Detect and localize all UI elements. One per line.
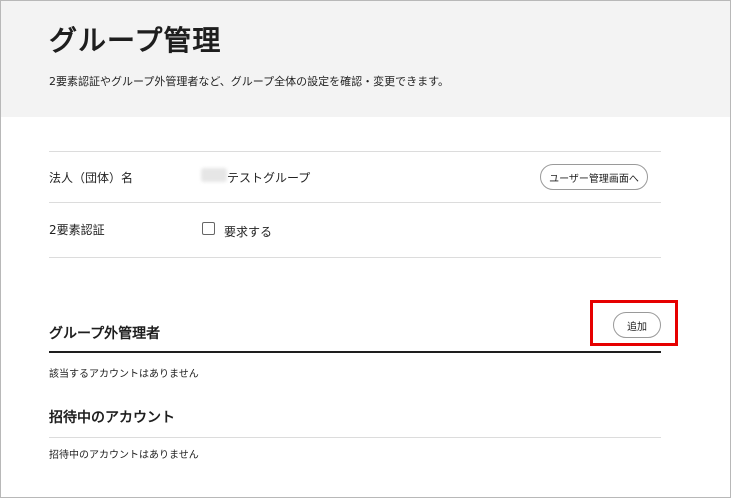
two-factor-checkbox[interactable] — [202, 222, 215, 235]
page-description: 2要素認証やグループ外管理者など、グループ全体の設定を確認・変更できます。 — [49, 75, 450, 88]
settings-divider-top — [49, 151, 661, 152]
external-admins-title: グループ外管理者 — [49, 326, 161, 342]
page-frame: グループ管理 2要素認証やグループ外管理者など、グループ全体の設定を確認・変更で… — [0, 0, 731, 498]
page-header: グループ管理 2要素認証やグループ外管理者など、グループ全体の設定を確認・変更で… — [1, 1, 730, 117]
highlight-box — [590, 300, 678, 346]
settings-divider-bottom — [49, 257, 661, 258]
page-title: グループ管理 — [49, 24, 222, 57]
invited-accounts-divider — [49, 437, 661, 438]
redacted-text — [201, 168, 227, 182]
external-admins-empty-message: 該当するアカウントはありません — [49, 369, 199, 380]
org-name-value: テストグループ — [227, 171, 311, 185]
invited-accounts-empty-message: 招待中のアカウントはありません — [49, 450, 199, 461]
two-factor-label: 2要素認証 — [49, 223, 105, 237]
external-admins-divider — [49, 351, 661, 353]
two-factor-option-label[interactable]: 要求する — [224, 223, 272, 240]
settings-divider-middle — [49, 202, 661, 203]
user-management-button[interactable]: ユーザー管理画面へ — [540, 164, 648, 190]
invited-accounts-title: 招待中のアカウント — [49, 410, 175, 426]
org-name-label: 法人（団体）名 — [49, 171, 134, 185]
